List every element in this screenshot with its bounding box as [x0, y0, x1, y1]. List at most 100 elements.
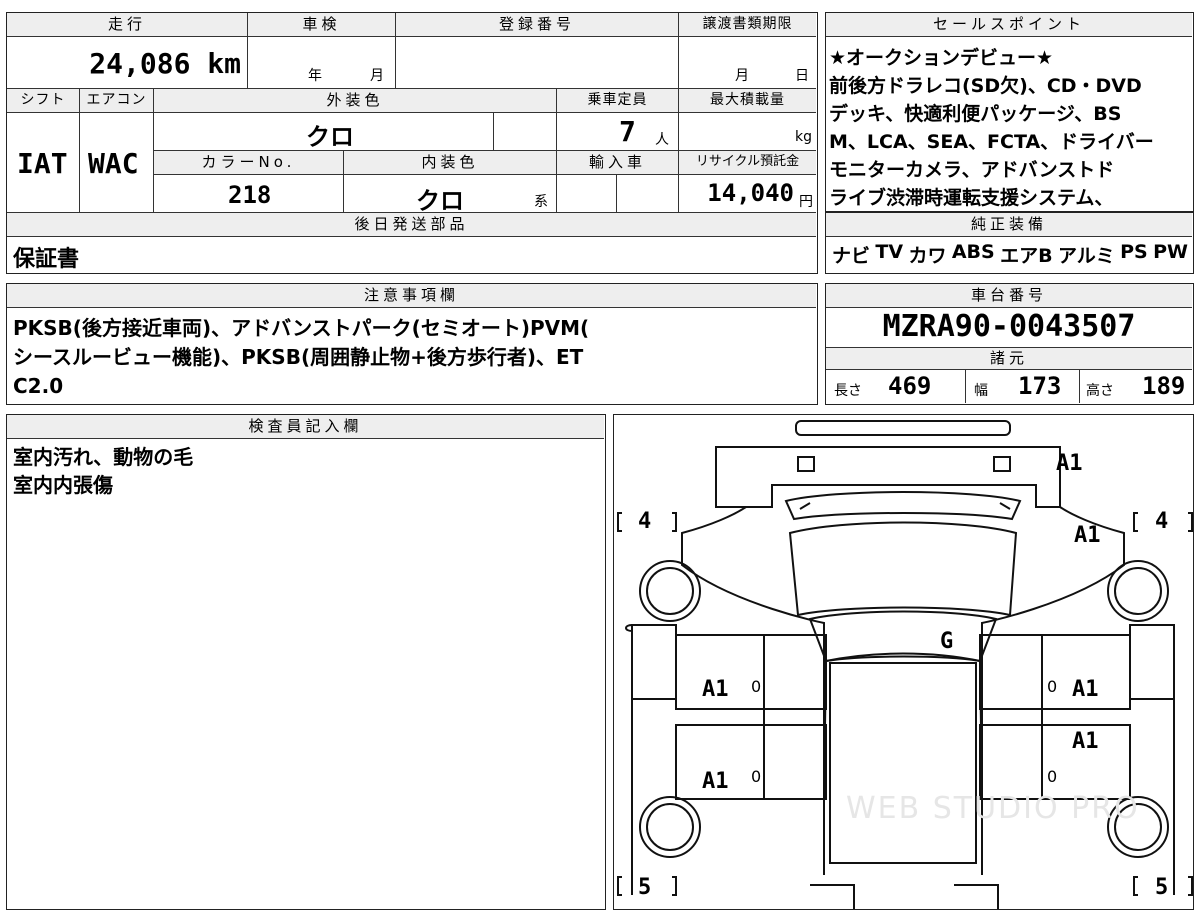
registration-value — [396, 37, 679, 89]
mark-left-front-door: A1 — [702, 677, 729, 702]
mark-rear-top: A1 — [1056, 451, 1083, 476]
tire-rear-left-value: 4 — [638, 509, 652, 534]
shaken-cell: 年 月 — [248, 37, 396, 89]
max-load-label: 最大積載量 — [679, 89, 816, 113]
watermark: WEB STUDIO PRO — [846, 791, 1140, 826]
equipment-item: PS — [1120, 241, 1148, 263]
notes-text: PKSB(後方接近車両)、アドバンストパーク(セミオート)PVM( シースルービ… — [13, 316, 590, 398]
mileage-cell: 24,086 km — [7, 37, 248, 89]
spec-label: 諸元 — [826, 348, 1192, 370]
equipment-item: カワ — [908, 245, 947, 267]
mark-pillar: 0 — [751, 677, 762, 696]
sales-points-label: セールスポイント — [826, 13, 1192, 37]
car-diagram — [617, 420, 1193, 909]
shaken-year-unit: 年 — [308, 68, 322, 84]
shift-cell: IAT — [7, 113, 80, 213]
later-parts-label: 後日発送部品 — [7, 213, 816, 237]
import-cell-a — [557, 175, 617, 213]
vehicle-info-grid: 走行 車検 登録番号 譲渡書類期限 24,086 km 年 月 月 日 シフト … — [6, 12, 818, 274]
equipment-label: 純正装備 — [826, 213, 1192, 237]
chassis-number: MZRA90-0043507 — [882, 309, 1136, 344]
import-label: 輸入車 — [557, 151, 679, 175]
exterior-color-cell: クロ — [154, 113, 494, 151]
mileage-label: 走行 — [7, 13, 248, 37]
sales-points-text: ★オークションデビュー★ 前後方ドラレコ(SD欠)、CD・DVD デッキ、快適利… — [829, 47, 1154, 209]
width-cell: 幅 173 — [966, 370, 1080, 403]
mark-pillar: 0 — [1047, 677, 1058, 696]
transfer-day-unit: 日 — [795, 68, 809, 84]
color-no-label: カラーNo. — [154, 151, 344, 175]
rear-window — [784, 491, 1022, 521]
recycle-fee-unit: 円 — [799, 194, 813, 210]
left-quarter — [631, 624, 677, 700]
mark-pillar: 0 — [751, 767, 762, 786]
mark-right-rear-door: A1 — [1072, 729, 1099, 754]
transfer-deadline-label: 譲渡書類期限 — [679, 13, 816, 37]
exterior-color-value: クロ — [306, 123, 354, 151]
seats-cell: 7 人 — [557, 113, 679, 151]
tire-front-left-value: 5 — [638, 875, 652, 900]
rear-light-left — [797, 456, 815, 472]
length-cell: 長さ 469 — [826, 370, 966, 403]
interior-color-label: 内装色 — [344, 151, 557, 175]
seats-label: 乗車定員 — [557, 89, 679, 113]
inspector-text: 室内汚れ、動物の毛 室内内張傷 — [13, 445, 194, 497]
sales-points-box: セールスポイント ★オークションデビュー★ 前後方ドラレコ(SD欠)、CD・DV… — [825, 12, 1194, 212]
color-no-cell: 218 — [154, 175, 344, 213]
inspector-label: 検査員記入欄 — [7, 415, 604, 439]
width-label: 幅 — [974, 383, 988, 399]
wheel-rear-right — [1107, 560, 1169, 622]
aircon-cell: WAC — [80, 113, 154, 213]
notes-box: 注意事項欄 PKSB(後方接近車両)、アドバンストパーク(セミオート)PVM( … — [6, 283, 818, 405]
recycle-fee-cell: 14,040 円 — [679, 175, 816, 213]
right-quarter — [1129, 624, 1175, 700]
equipment-item: エアB — [1000, 245, 1053, 267]
wheel-front-left — [639, 796, 701, 858]
mark-right-front-door: A1 — [1072, 677, 1099, 702]
rear-light-right — [993, 456, 1011, 472]
chassis-cell: MZRA90-0043507 — [826, 308, 1192, 348]
max-load-cell: kg — [679, 113, 816, 151]
seats-value: 7 — [619, 115, 636, 148]
aircon-value: WAC — [88, 147, 139, 180]
shift-value: IAT — [17, 147, 68, 180]
mileage-value: 24,086 km — [89, 47, 241, 80]
rear-bumper — [795, 420, 1011, 436]
transfer-deadline-cell: 月 日 — [679, 37, 816, 89]
exterior-color-extra — [494, 113, 557, 151]
equipment-item: TV — [875, 241, 904, 263]
tire-front-right-value: 5 — [1155, 875, 1169, 900]
wheel-rear-left — [639, 560, 701, 622]
interior-color-cell: クロ 系 — [344, 175, 557, 213]
shaken-label: 車検 — [248, 13, 396, 37]
equipment-item: ナビ — [832, 245, 871, 267]
shaken-month-unit: 月 — [370, 68, 384, 84]
max-load-unit: kg — [795, 129, 812, 145]
inspector-box: 検査員記入欄 室内汚れ、動物の毛 室内内張傷 — [6, 414, 606, 910]
chassis-label: 車台番号 — [826, 284, 1192, 308]
aircon-label: エアコン — [80, 89, 154, 113]
equipment-item: アルミ — [1057, 245, 1115, 267]
height-value: 189 — [1142, 372, 1186, 400]
exterior-color-label: 外装色 — [154, 89, 557, 113]
interior-color-value: クロ — [416, 187, 464, 213]
equipment-item: PW — [1153, 241, 1188, 263]
left-rear-door-panel — [675, 724, 827, 800]
interior-color-suffix: 系 — [534, 194, 548, 210]
mark-right-fender: A1 — [1074, 523, 1101, 548]
notes-label: 注意事項欄 — [7, 284, 816, 308]
color-no-value: 218 — [228, 181, 272, 209]
right-rear-door-panel — [979, 724, 1131, 800]
mark-pillar: 0 — [1047, 767, 1058, 786]
length-value: 469 — [888, 372, 932, 400]
chassis-box: 車台番号 MZRA90-0043507 諸元 長さ 469 幅 173 高さ 1… — [825, 283, 1194, 405]
roof — [788, 521, 1018, 617]
equipment-box: 純正装備 ナビ TV カワ ABS エアB アルミ PS PW — [825, 212, 1194, 274]
equipment-item: ABS — [951, 241, 995, 263]
shift-label: シフト — [7, 89, 80, 113]
left-front-door-panel — [675, 634, 827, 710]
length-label: 長さ — [834, 383, 862, 399]
registration-label: 登録番号 — [396, 13, 679, 37]
recycle-fee-label: リサイクル預託金 — [679, 151, 816, 175]
equipment-list: ナビ TV カワ ABS エアB アルミ PS PW — [832, 241, 1188, 268]
